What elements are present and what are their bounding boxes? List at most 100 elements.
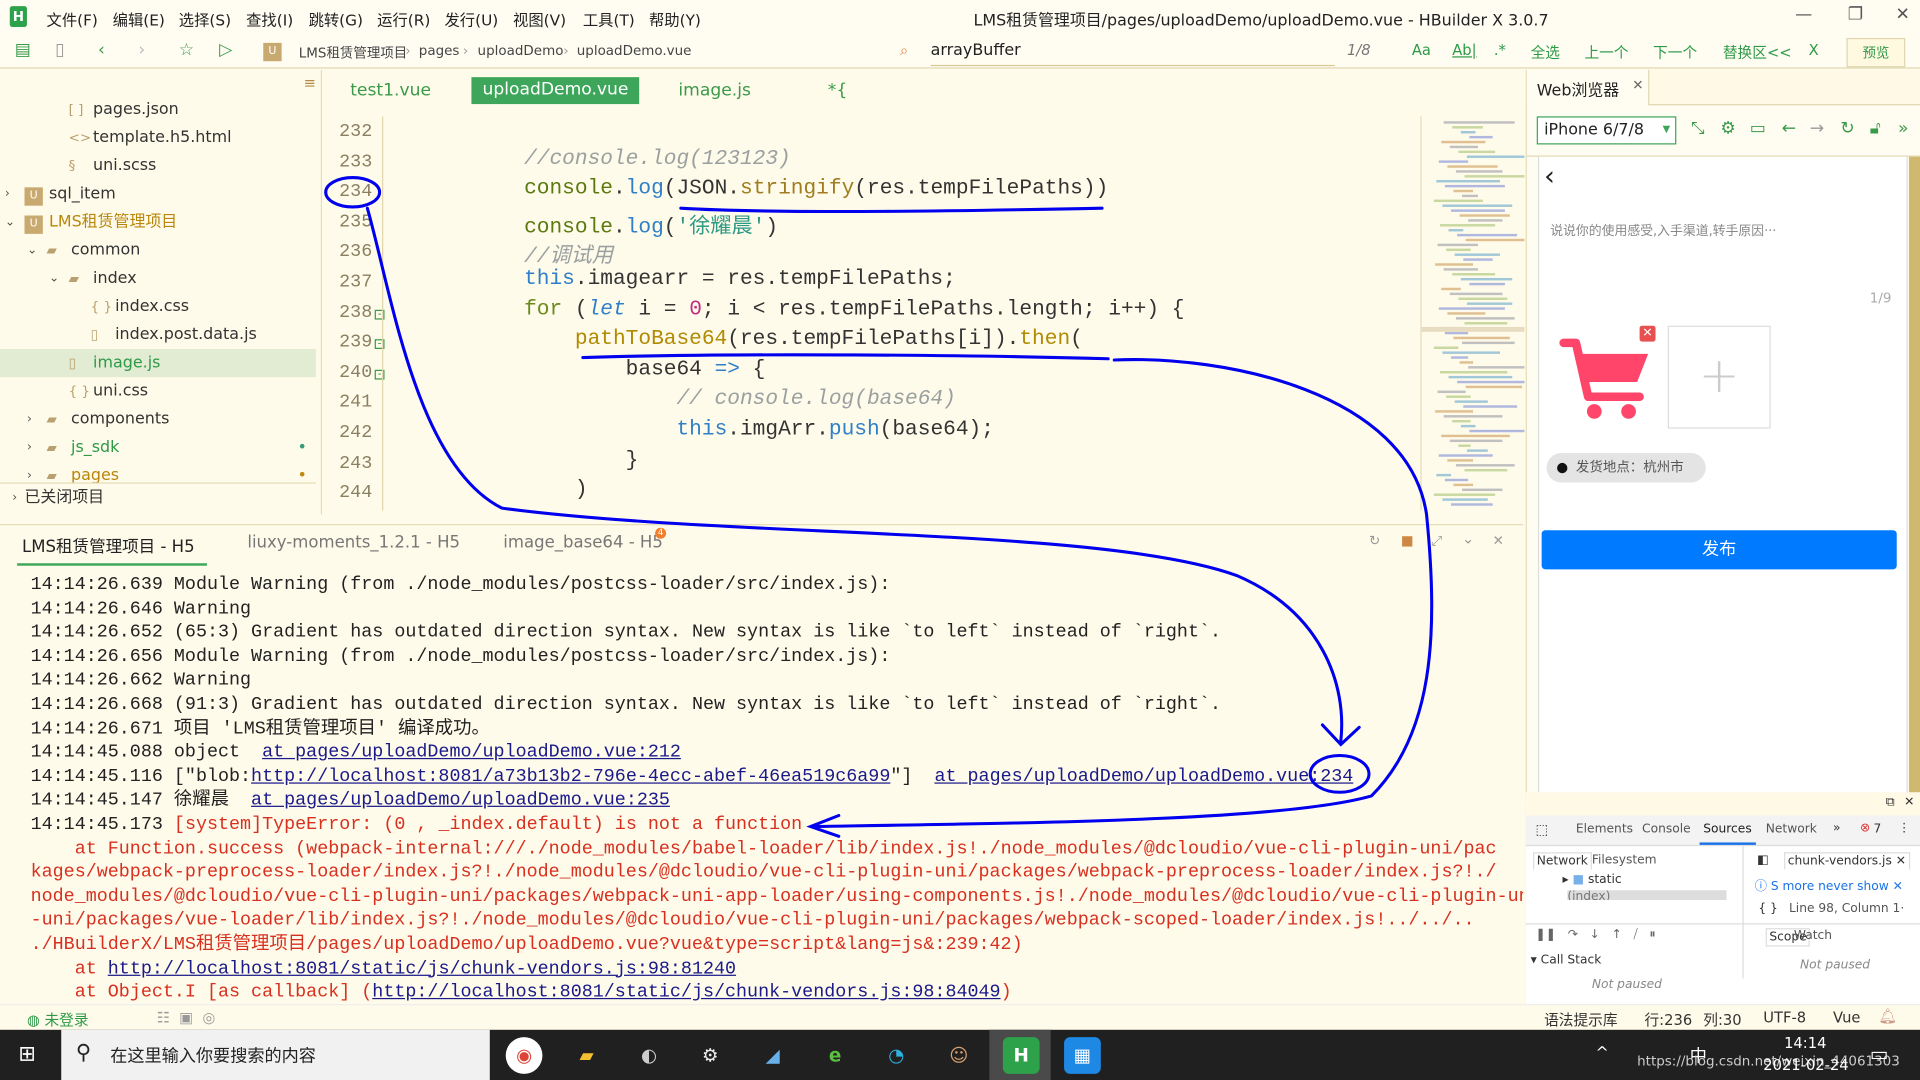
login-status[interactable]: ◍ 未登录 <box>27 1009 89 1030</box>
menu-select[interactable]: 选择(S) <box>179 7 231 30</box>
avatar-app-icon[interactable]: ☺ <box>940 1037 977 1074</box>
rerun-icon[interactable]: ↻ <box>1369 533 1380 549</box>
menu-help[interactable]: 帮助(Y) <box>649 7 701 30</box>
lock-icon[interactable]: 🔓︎ <box>1870 119 1881 139</box>
tree-item[interactable]: ▯ image.js <box>0 348 316 378</box>
line-number[interactable]: 239 <box>336 332 372 353</box>
file-index[interactable]: (index) <box>1567 890 1727 901</box>
description-textarea[interactable]: 说说你的使用感受,入手渠道,转手原因··· <box>1550 222 1776 240</box>
minimize-icon[interactable]: — <box>1795 5 1812 25</box>
app-icon-2[interactable]: ◢ <box>754 1037 791 1074</box>
menu-run[interactable]: 运行(R) <box>377 7 430 30</box>
console-link[interactable]: at pages/uploadDemo/uploadDemo.vue:212 <box>262 742 681 763</box>
edge-icon[interactable]: ◔ <box>878 1037 915 1074</box>
clock-time[interactable]: 14:14 <box>1784 1035 1826 1052</box>
run-icon[interactable]: ▷ <box>219 40 232 60</box>
console-tab-liuxy[interactable]: liuxy-moments_1.2.1 - H5 <box>247 533 460 553</box>
windows-start-icon[interactable]: ⊞ <box>18 1042 35 1066</box>
devtools-tab-console[interactable]: Console <box>1642 823 1691 836</box>
console-output[interactable]: 14:14:26.639 Module Warning (from ./node… <box>0 571 1524 1004</box>
tab-image-js[interactable]: image.js <box>678 81 751 101</box>
nav-tab-filesystem[interactable]: Filesystem <box>1592 853 1657 866</box>
line-number[interactable]: 243 <box>336 453 372 474</box>
watch-tab[interactable]: Watch <box>1794 929 1832 942</box>
chevron-icon[interactable]: › <box>27 405 32 433</box>
devtools-tab-network[interactable]: Network <box>1766 823 1817 836</box>
chevron-icon[interactable]: ⌄ <box>49 264 59 292</box>
find-prev-button[interactable]: 上一个 <box>1584 42 1628 63</box>
tray-chevron-icon[interactable]: ^ <box>1596 1044 1609 1062</box>
tree-item[interactable]: { } index.css <box>0 293 316 321</box>
tree-item[interactable]: <> template.h5.html <box>0 124 316 152</box>
console-link[interactable]: http://localhost:8081/static/js/chunk-ve… <box>108 958 736 979</box>
menu-goto[interactable]: 跳转(G) <box>309 7 363 30</box>
stop-icon[interactable]: ■ <box>1401 533 1414 549</box>
add-image-button[interactable]: + <box>1667 325 1771 429</box>
replace-toggle-button[interactable]: 替换区<< <box>1723 42 1792 63</box>
back-arrow-icon[interactable]: ← <box>1782 119 1796 139</box>
publish-button[interactable]: 发布 <box>1541 530 1897 570</box>
line-number[interactable]: 235 <box>336 212 372 233</box>
menu-publish[interactable]: 发行(U) <box>444 7 498 30</box>
console-tab-lms[interactable]: LMS租赁管理项目 - H5 <box>17 533 207 566</box>
close-devtools-icon[interactable]: ✕ <box>1904 796 1914 809</box>
line-number[interactable]: 238 <box>336 302 372 323</box>
whole-word-toggle[interactable]: Ab| <box>1452 42 1476 59</box>
regex-toggle[interactable]: .* <box>1494 42 1506 59</box>
encoding[interactable]: UTF-8 <box>1763 1009 1806 1026</box>
syntax-hint-library[interactable]: 语法提示库 <box>1544 1009 1617 1030</box>
devtools-tab-sources[interactable]: Sources <box>1699 823 1756 845</box>
match-case-toggle[interactable]: Aa <box>1412 42 1431 59</box>
chevron-icon[interactable]: › <box>5 180 10 208</box>
debugger-controls[interactable]: ❚❚ ↷ ↓ ↑ ⧸ ⏸ <box>1536 928 1656 941</box>
console-link[interactable]: at pages/uploadDemo/uploadDemo.vue:234 <box>934 766 1353 787</box>
back-chevron-icon[interactable]: ‹ <box>1544 162 1555 193</box>
forward-arrow-icon[interactable]: → <box>1810 119 1824 139</box>
pretty-print-icon[interactable]: { } <box>1758 902 1777 915</box>
bell-icon[interactable]: 🔔︎ <box>1878 1008 1897 1025</box>
close-tab-icon[interactable]: ✕ <box>1632 77 1643 93</box>
find-close-button[interactable]: X <box>1809 42 1819 59</box>
preview-button[interactable]: 预览 <box>1846 37 1906 68</box>
menu-tools[interactable]: 工具(T) <box>583 7 635 30</box>
maximize-icon[interactable]: ⤢ <box>1431 533 1442 550</box>
breadcrumb-folder[interactable]: uploadDemo <box>478 43 564 59</box>
breadcrumb-file[interactable]: uploadDemo.vue <box>577 43 692 59</box>
find-next-button[interactable]: 下一个 <box>1653 42 1697 63</box>
file-explorer-icon[interactable]: ▰ <box>568 1037 605 1074</box>
tree-item[interactable]: ⌄ ▰ common <box>0 236 316 264</box>
nav-tab-network[interactable]: Network <box>1533 852 1592 870</box>
web-browser-tab[interactable]: Web浏览器 <box>1537 77 1619 100</box>
tree-item[interactable]: { } uni.css <box>0 377 316 405</box>
location-chip[interactable]: ● 发货地点：杭州市 <box>1546 453 1706 483</box>
collapse-icon[interactable]: ⌄ <box>1462 530 1474 547</box>
line-number[interactable]: 232 <box>336 121 372 142</box>
save-icon[interactable]: ▯ <box>55 40 64 60</box>
terminal-icon[interactable]: ▭ <box>1750 119 1766 139</box>
console-link[interactable]: at pages/uploadDemo/uploadDemo.vue:235 <box>251 790 670 811</box>
refresh-icon[interactable]: ↻ <box>1840 119 1854 139</box>
resize-icon[interactable]: ⤡ <box>1691 119 1705 139</box>
chevron-icon[interactable]: ⌄ <box>5 208 15 236</box>
line-number[interactable]: 237 <box>336 272 372 293</box>
menu-view[interactable]: 视图(V) <box>513 7 566 30</box>
closed-projects[interactable]: › 已关闭项目 <box>0 482 316 510</box>
folder-static[interactable]: ▸ ■ static <box>1562 873 1621 886</box>
line-number[interactable]: 244 <box>336 483 372 504</box>
star-icon[interactable]: ☆ <box>179 40 194 60</box>
find-input[interactable]: arrayBuffer <box>930 42 1335 67</box>
select-all-button[interactable]: 全选 <box>1531 42 1560 63</box>
tree-item[interactable]: ⌄ ▰ index <box>0 264 316 292</box>
language-mode[interactable]: Vue <box>1833 1009 1860 1026</box>
line-number[interactable]: 240 <box>336 362 372 383</box>
info-bar[interactable]: ⓘ S more never show ✕ <box>1755 876 1903 893</box>
breadcrumb-pages[interactable]: pages <box>419 43 460 59</box>
menu-find[interactable]: 查找(I) <box>246 7 293 30</box>
inspect-icon[interactable]: ⬚ <box>1536 822 1549 838</box>
app-icon-3[interactable]: ▦ <box>1064 1037 1101 1074</box>
line-number[interactable]: 241 <box>336 392 372 413</box>
remove-image-icon[interactable]: ✕ <box>1639 325 1656 342</box>
clock-date[interactable]: 2021-02-24 <box>1763 1057 1848 1074</box>
close-console-icon[interactable]: ✕ <box>1493 533 1504 549</box>
menu-icon[interactable]: ≡ <box>304 75 316 92</box>
